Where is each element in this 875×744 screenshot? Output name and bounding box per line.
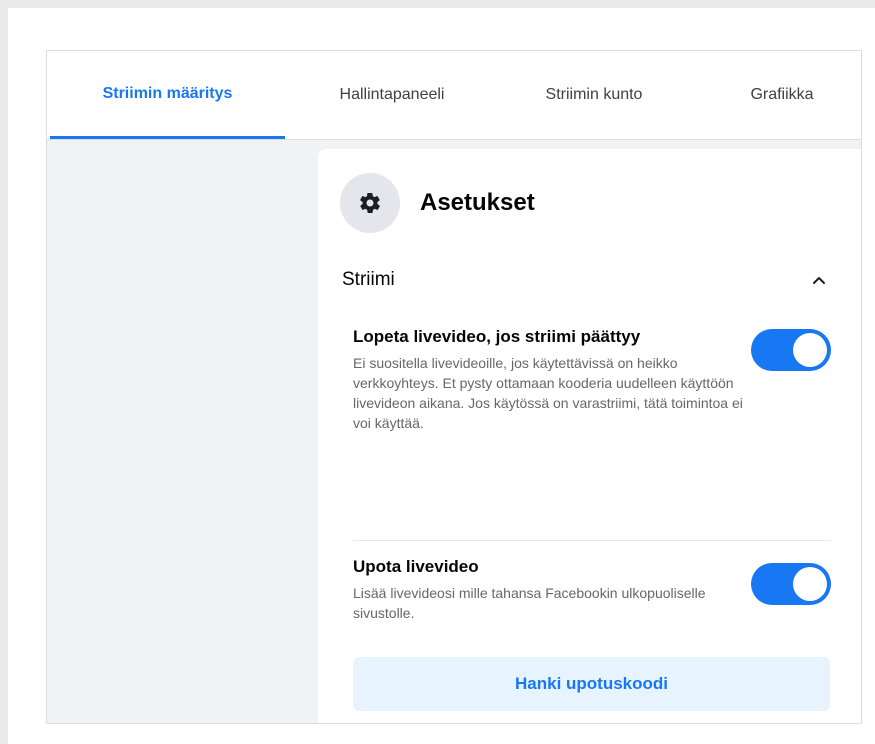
settings-header: Asetukset bbox=[340, 173, 535, 233]
setting-description: Ei suositella livevideoille, jos käytett… bbox=[353, 355, 743, 431]
stream-section-header[interactable]: Striimi bbox=[342, 265, 832, 295]
setting-description: Lisää livevideosi mille tahansa Facebook… bbox=[353, 585, 706, 621]
setting-end-live-on-stream-end: Lopeta livevideo, jos striimi päättyy Ei… bbox=[353, 325, 831, 433]
gear-icon bbox=[340, 173, 400, 233]
chevron-up-icon[interactable] bbox=[806, 267, 832, 293]
tab-stream-setup[interactable]: Striimin määritys bbox=[50, 51, 285, 139]
settings-card: Asetukset Striimi Lopeta livevideo, jos … bbox=[318, 149, 861, 723]
stream-section-title: Striimi bbox=[342, 269, 395, 290]
tab-stream-health[interactable]: Striimin kunto bbox=[509, 51, 679, 139]
divider bbox=[353, 540, 831, 541]
setting-label: Upota livevideo bbox=[353, 557, 479, 576]
settings-title: Asetukset bbox=[420, 189, 535, 216]
end-live-toggle[interactable] bbox=[751, 329, 831, 371]
tab-graphics[interactable]: Grafiikka bbox=[707, 51, 857, 139]
setting-embed-live-video: Upota livevideo Lisää livevideosi mille … bbox=[353, 555, 831, 623]
window-frame: Striimin määritys Hallintapaneeli Striim… bbox=[8, 8, 875, 744]
toggle-knob bbox=[793, 567, 827, 601]
setting-label: Lopeta livevideo, jos striimi päättyy bbox=[353, 327, 641, 346]
get-embed-code-button[interactable]: Hanki upotuskoodi bbox=[353, 657, 830, 711]
embed-live-toggle[interactable] bbox=[751, 563, 831, 605]
live-producer-panel: Striimin määritys Hallintapaneeli Striim… bbox=[46, 50, 862, 724]
tab-bar: Striimin määritys Hallintapaneeli Striim… bbox=[47, 51, 861, 140]
toggle-knob bbox=[793, 333, 827, 367]
tab-dashboard[interactable]: Hallintapaneeli bbox=[297, 51, 487, 139]
